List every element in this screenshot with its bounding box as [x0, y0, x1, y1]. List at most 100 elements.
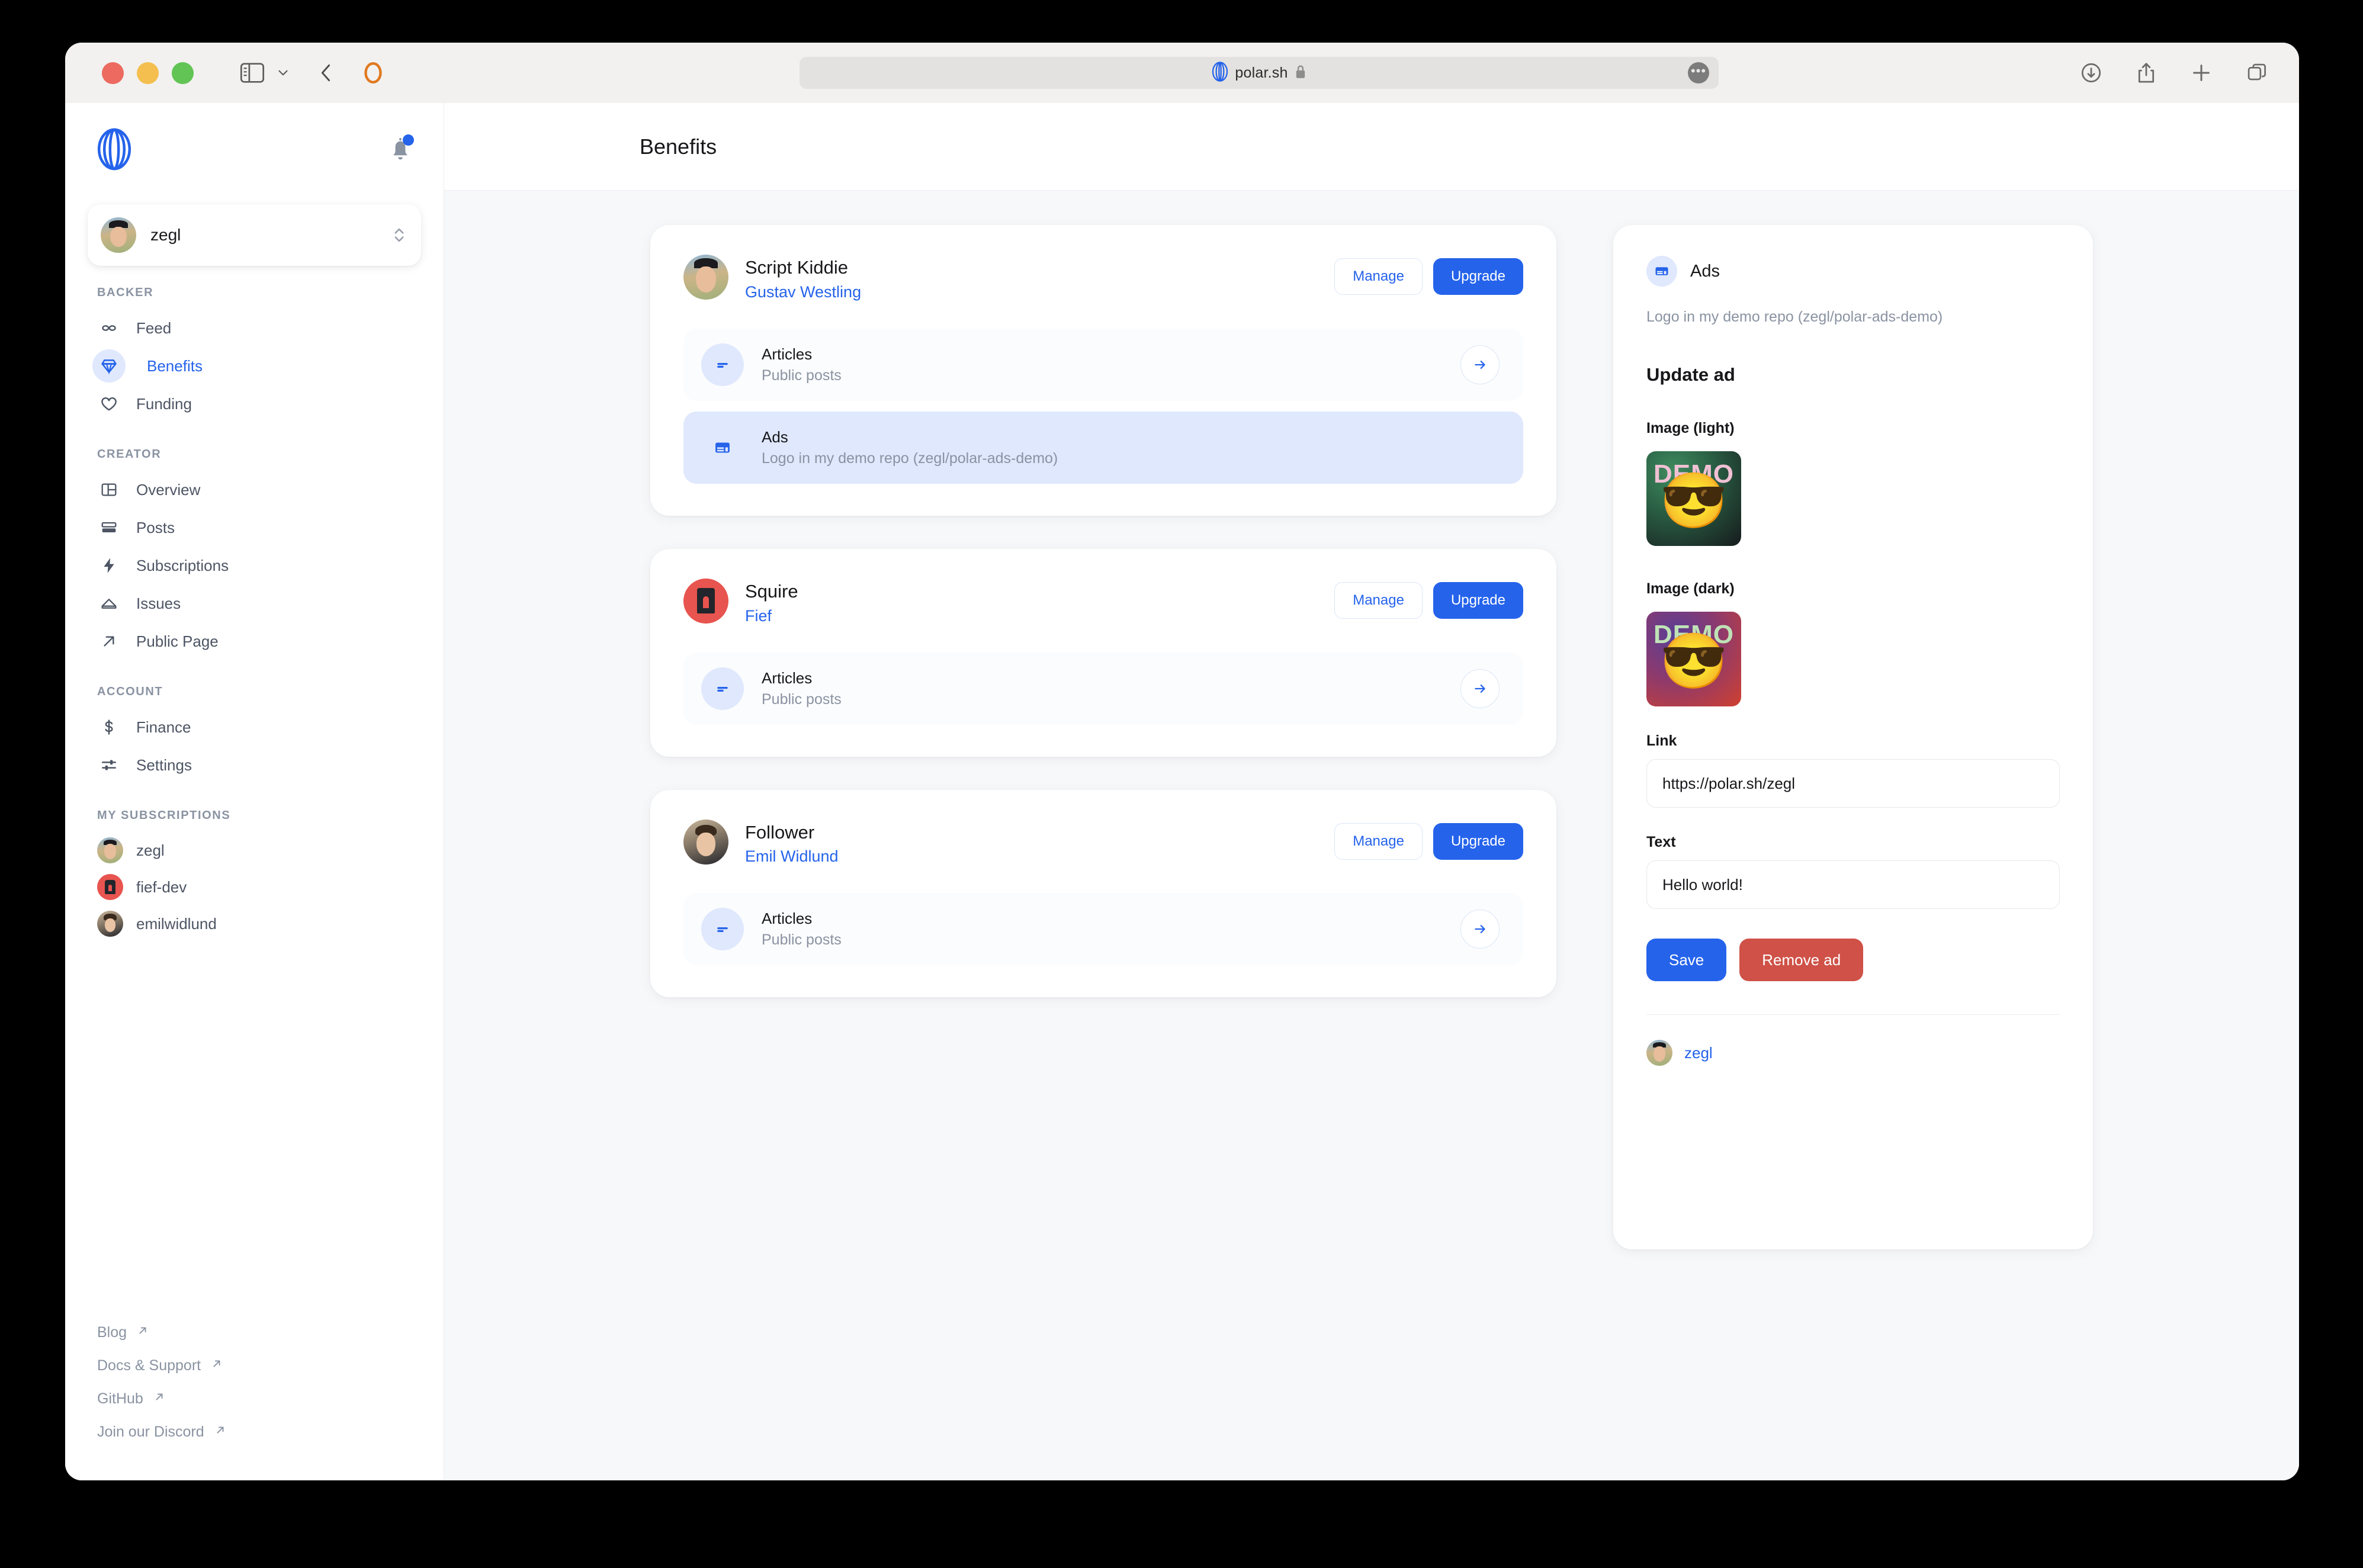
sidebar-item-posts[interactable]: Posts [88, 509, 421, 547]
bell-icon[interactable] [388, 134, 414, 166]
subscription-item-zegl[interactable]: zegl [88, 832, 421, 869]
more-options-icon[interactable]: ••• [1688, 62, 1709, 83]
address-bar[interactable]: polar.sh ••• [800, 57, 1719, 89]
footer-link-label: Docs & Support [97, 1357, 201, 1374]
lock-icon [1294, 64, 1307, 82]
tab-overview-icon[interactable] [2246, 62, 2268, 84]
sidebar-item-overview[interactable]: Overview [88, 471, 421, 509]
minimize-window-button[interactable] [137, 62, 159, 84]
footer-link-label: Blog [97, 1323, 127, 1341]
maximize-window-button[interactable] [172, 62, 194, 84]
manage-button[interactable]: Manage [1334, 822, 1423, 860]
subscription-item-emilwidlund[interactable]: emilwidlund [88, 905, 421, 942]
benefit-card-titles: Squire Fief [745, 579, 798, 625]
remove-ad-button[interactable]: Remove ad [1739, 939, 1864, 981]
nav-section-account: ACCOUNT Finance Settings [88, 685, 421, 784]
benefit-row[interactable]: Ads Logo in my demo repo (zegl/polar-ads… [683, 411, 1523, 484]
benefit-card: Squire Fief Manage Upgrade Articles Publ… [650, 548, 1556, 757]
share-icon[interactable] [2136, 61, 2157, 85]
sidebar-item-label: Posts [136, 518, 175, 536]
dollar-icon [97, 718, 121, 737]
footer-link-docs-support[interactable]: Docs & Support [88, 1349, 421, 1382]
text-input[interactable] [1646, 860, 2060, 909]
external-link-icon [136, 1324, 149, 1341]
organization-link[interactable]: Fief [745, 607, 798, 625]
footer-link-blog[interactable]: Blog [88, 1316, 421, 1349]
sidebar-item-label: Feed [136, 319, 172, 337]
nav-section-title: BACKER [97, 286, 154, 299]
sidebar-item-label: Issues [136, 594, 181, 612]
manage-button[interactable]: Manage [1334, 258, 1423, 295]
browser-toolbar: polar.sh ••• [65, 43, 2299, 103]
text-label: Text [1646, 834, 1676, 850]
sidebar-item-label: Funding [136, 394, 192, 413]
benefit-row-title: Articles [762, 345, 813, 363]
avatar [97, 911, 123, 937]
main-scroll-area: Script Kiddie Gustav Westling Manage Upg… [444, 191, 2299, 1480]
benefit-card-actions: Manage Upgrade [1334, 579, 1523, 619]
divider [1646, 1014, 2060, 1015]
benefit-row[interactable]: Articles Public posts [683, 328, 1523, 401]
page-title: Benefits [640, 134, 717, 159]
chevron-down-icon[interactable] [275, 65, 291, 81]
footer-link-label: Join our Discord [97, 1423, 204, 1440]
nav-section-creator: CREATOR Overview Posts Subscriptions Iss… [88, 448, 421, 660]
sidebar-item-subscriptions[interactable]: Subscriptions [88, 547, 421, 584]
tier-name: Script Kiddie [745, 257, 849, 278]
window-controls [102, 62, 194, 84]
sidebar-item-feed[interactable]: Feed [88, 309, 421, 347]
subscription-item-fief-dev[interactable]: fief-dev [88, 869, 421, 905]
image-light-label: Image (light) [1646, 420, 1735, 436]
footer-link-github[interactable]: GitHub [88, 1382, 421, 1415]
back-chevron-icon[interactable] [317, 63, 335, 83]
polar-logo-icon[interactable] [96, 128, 133, 173]
articles-icon [701, 908, 744, 951]
arrow-right-icon[interactable] [1460, 669, 1500, 708]
manage-button[interactable]: Manage [1334, 581, 1423, 619]
sidebar-item-label: Finance [136, 718, 191, 736]
sidebar-item-funding[interactable]: Funding [88, 385, 421, 423]
ad-owner[interactable]: zegl [1646, 1040, 2060, 1066]
ad-image-dark-thumbnail[interactable]: DEMO 😎 [1646, 612, 1741, 706]
nav-section-subscriptions: MY SUBSCRIPTIONS zegl fief-dev emilwidlu… [88, 809, 421, 942]
sidebar-item-benefits[interactable]: Benefits [88, 347, 421, 385]
sidebar-toggle-icon[interactable] [240, 63, 265, 83]
avatar [683, 255, 728, 300]
posts-icon [97, 518, 121, 537]
benefit-row-title: Articles [762, 669, 813, 687]
benefit-cards-column: Script Kiddie Gustav Westling Manage Upg… [650, 225, 1556, 1480]
sidebar-item-settings[interactable]: Settings [88, 746, 421, 784]
main-content: Benefits Script Kiddie Gustav Westling M… [444, 103, 2299, 1480]
page-body: zegl BACKER Feed Benefits Funding CREATO… [65, 103, 2299, 1480]
close-window-button[interactable] [102, 62, 124, 84]
downloads-icon[interactable] [2080, 62, 2102, 84]
org-switcher[interactable]: zegl [88, 204, 421, 266]
organization-link[interactable]: Emil Widlund [745, 847, 839, 866]
nav-section-title: ACCOUNT [97, 685, 163, 698]
upgrade-button[interactable]: Upgrade [1433, 581, 1523, 619]
save-button[interactable]: Save [1646, 939, 1727, 981]
subscription-label: zegl [136, 841, 165, 859]
ad-image-light-thumbnail[interactable]: DEMO 😎 [1646, 451, 1741, 546]
sidebar-item-public-page[interactable]: Public Page [88, 622, 421, 660]
organization-link[interactable]: Gustav Westling [745, 283, 861, 301]
link-input[interactable] [1646, 759, 2060, 808]
reload-indicator-icon[interactable] [363, 61, 383, 85]
ad-owner-link[interactable]: zegl [1684, 1044, 1713, 1062]
ads-icon [701, 426, 744, 469]
upgrade-button[interactable]: Upgrade [1433, 258, 1523, 295]
sidebar-nav: BACKER Feed Benefits Funding CREATOR Ove… [65, 286, 444, 1316]
new-tab-icon[interactable] [2190, 62, 2213, 84]
benefit-row[interactable]: Articles Public posts [683, 893, 1523, 966]
benefit-row[interactable]: Articles Public posts [683, 652, 1523, 725]
footer-link-discord[interactable]: Join our Discord [88, 1415, 421, 1448]
sidebar-item-finance[interactable]: Finance [88, 708, 421, 746]
sidebar-item-label: Benefits [147, 356, 203, 375]
external-link-icon [210, 1357, 223, 1374]
org-switcher-label: zegl [150, 226, 181, 244]
sunglasses-emoji-icon: 😎 [1659, 631, 1728, 692]
arrow-right-icon[interactable] [1460, 345, 1500, 384]
arrow-right-icon[interactable] [1460, 910, 1500, 949]
sidebar-item-issues[interactable]: Issues [88, 584, 421, 622]
upgrade-button[interactable]: Upgrade [1433, 822, 1523, 860]
